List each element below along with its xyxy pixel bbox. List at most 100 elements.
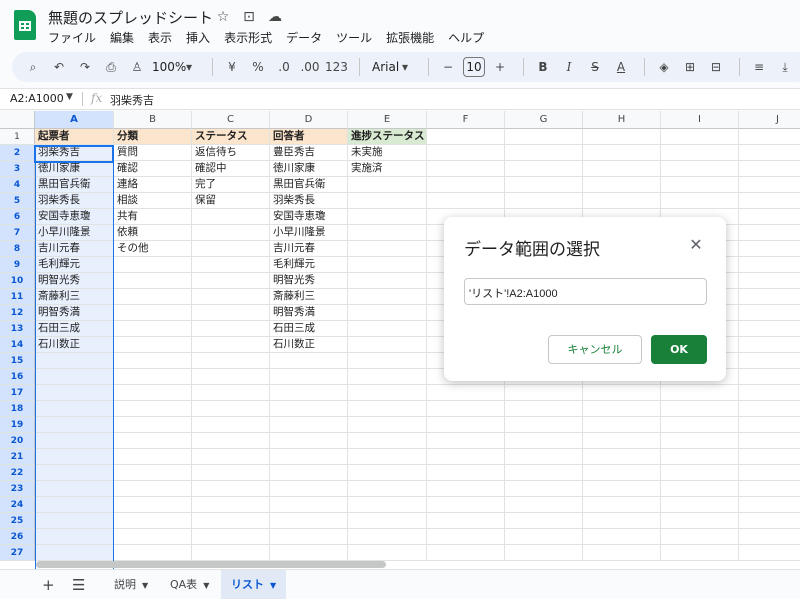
cell-c2[interactable]: 返信待ち: [192, 145, 270, 161]
cell-j10[interactable]: [739, 273, 800, 289]
row-header-20[interactable]: 20: [0, 433, 35, 449]
cell-c21[interactable]: [192, 449, 270, 465]
cell-b25[interactable]: [114, 513, 192, 529]
column-header-e[interactable]: E: [348, 111, 427, 129]
cell-d24[interactable]: [270, 497, 348, 513]
cell-a3[interactable]: 徳川家康: [35, 161, 114, 177]
tab-explanation[interactable]: 説明 ▼: [104, 570, 158, 599]
cell-f27[interactable]: [427, 545, 505, 561]
cell-j13[interactable]: [739, 321, 800, 337]
menu-tools[interactable]: ツール: [336, 30, 379, 46]
cell-b10[interactable]: [114, 273, 192, 289]
cell-j2[interactable]: [739, 145, 800, 161]
cell-f2[interactable]: [427, 145, 505, 161]
cell-g3[interactable]: [505, 161, 583, 177]
sheets-logo-icon[interactable]: [14, 10, 36, 40]
currency-format-button[interactable]: ¥: [221, 55, 243, 79]
cell-d27[interactable]: [270, 545, 348, 561]
row-header-14[interactable]: 14: [0, 337, 35, 353]
cell-a1[interactable]: 起票者: [35, 129, 114, 145]
column-header-h[interactable]: H: [583, 111, 661, 129]
cell-e8[interactable]: [348, 241, 427, 257]
cell-e2[interactable]: 未実施: [348, 145, 427, 161]
cell-b23[interactable]: [114, 481, 192, 497]
cell-j17[interactable]: [739, 385, 800, 401]
cell-c5[interactable]: 保留: [192, 193, 270, 209]
cell-j19[interactable]: [739, 417, 800, 433]
cell-g22[interactable]: [505, 465, 583, 481]
cell-a2[interactable]: 羽柴秀吉: [35, 145, 114, 161]
cell-i24[interactable]: [661, 497, 739, 513]
cell-a9[interactable]: 毛利輝元: [35, 257, 114, 273]
cell-j18[interactable]: [739, 401, 800, 417]
cell-e1[interactable]: 進捗ステータス: [348, 129, 427, 145]
cell-e17[interactable]: [348, 385, 427, 401]
star-icon[interactable]: ☆: [215, 9, 231, 25]
cell-g4[interactable]: [505, 177, 583, 193]
cell-i3[interactable]: [661, 161, 739, 177]
cell-d22[interactable]: [270, 465, 348, 481]
cell-f21[interactable]: [427, 449, 505, 465]
cell-c12[interactable]: [192, 305, 270, 321]
cell-f19[interactable]: [427, 417, 505, 433]
cell-h22[interactable]: [583, 465, 661, 481]
cell-f4[interactable]: [427, 177, 505, 193]
cell-d11[interactable]: 斎藤利三: [270, 289, 348, 305]
cell-h25[interactable]: [583, 513, 661, 529]
cell-b21[interactable]: [114, 449, 192, 465]
cell-j20[interactable]: [739, 433, 800, 449]
zoom-select[interactable]: 100%: [152, 55, 186, 79]
cell-d1[interactable]: 回答者: [270, 129, 348, 145]
cell-d16[interactable]: [270, 369, 348, 385]
row-header-4[interactable]: 4: [0, 177, 35, 193]
cell-d12[interactable]: 明智秀満: [270, 305, 348, 321]
row-header-16[interactable]: 16: [0, 369, 35, 385]
cell-g19[interactable]: [505, 417, 583, 433]
merge-cells-icon[interactable]: ⊟: [705, 55, 727, 79]
cell-h17[interactable]: [583, 385, 661, 401]
column-header-f[interactable]: F: [427, 111, 505, 129]
cell-b17[interactable]: [114, 385, 192, 401]
cell-d15[interactable]: [270, 353, 348, 369]
select-all-corner[interactable]: [0, 111, 35, 129]
row-header-1[interactable]: 1: [0, 129, 35, 145]
cell-h20[interactable]: [583, 433, 661, 449]
cell-i25[interactable]: [661, 513, 739, 529]
cell-a20[interactable]: [35, 433, 114, 449]
cell-j9[interactable]: [739, 257, 800, 273]
row-header-7[interactable]: 7: [0, 225, 35, 241]
cell-b1[interactable]: 分類: [114, 129, 192, 145]
cell-a14[interactable]: 石川数正: [35, 337, 114, 353]
cell-d18[interactable]: [270, 401, 348, 417]
cell-j25[interactable]: [739, 513, 800, 529]
cell-g25[interactable]: [505, 513, 583, 529]
cell-a16[interactable]: [35, 369, 114, 385]
cell-i19[interactable]: [661, 417, 739, 433]
horizontal-scrollbar[interactable]: [36, 561, 386, 568]
column-header-a[interactable]: A: [35, 111, 114, 129]
cell-h19[interactable]: [583, 417, 661, 433]
menu-file[interactable]: ファイル: [48, 30, 103, 46]
row-header-6[interactable]: 6: [0, 209, 35, 225]
cell-d19[interactable]: [270, 417, 348, 433]
cell-c6[interactable]: [192, 209, 270, 225]
cell-e15[interactable]: [348, 353, 427, 369]
cell-f5[interactable]: [427, 193, 505, 209]
chevron-down-icon[interactable]: ▼: [142, 581, 148, 590]
undo-icon[interactable]: ↶: [48, 55, 70, 79]
menu-data[interactable]: データ: [286, 30, 329, 46]
cell-b5[interactable]: 相談: [114, 193, 192, 209]
cell-a5[interactable]: 羽柴秀長: [35, 193, 114, 209]
fill-color-icon[interactable]: ◈: [653, 55, 675, 79]
cell-a12[interactable]: 明智秀満: [35, 305, 114, 321]
row-header-21[interactable]: 21: [0, 449, 35, 465]
cell-d26[interactable]: [270, 529, 348, 545]
ok-button[interactable]: OK: [651, 335, 707, 364]
cell-a21[interactable]: [35, 449, 114, 465]
cell-e12[interactable]: [348, 305, 427, 321]
print-icon[interactable]: ⎙: [100, 55, 122, 79]
chevron-down-icon[interactable]: ▾: [178, 55, 200, 79]
cell-j4[interactable]: [739, 177, 800, 193]
row-header-27[interactable]: 27: [0, 545, 35, 561]
cell-j16[interactable]: [739, 369, 800, 385]
